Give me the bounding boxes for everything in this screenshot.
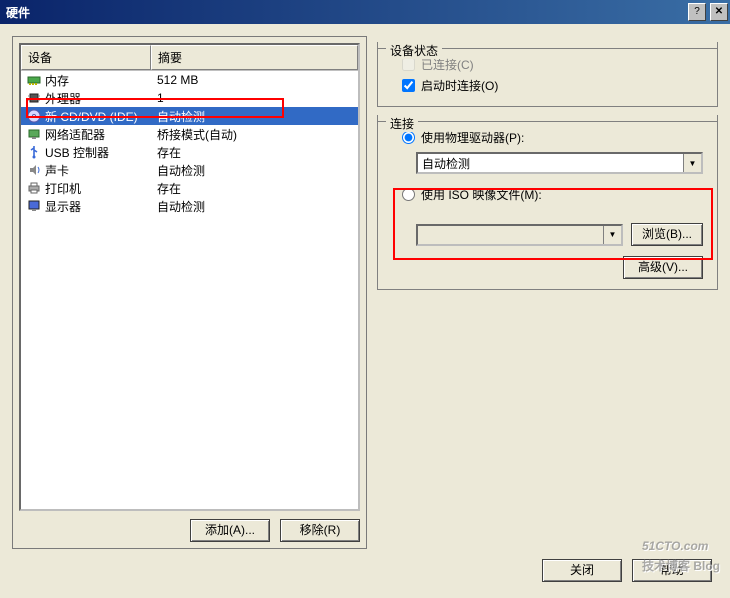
printer-icon: [27, 181, 41, 195]
add-button[interactable]: 添加(A)...: [190, 519, 270, 542]
hardware-list[interactable]: 设备 摘要 内存512 MB外理器1新 CD/DVD (IDE)自动检测网络适配…: [19, 43, 360, 511]
connect-at-poweron-label: 启动时连接(O): [421, 77, 498, 94]
connect-at-poweron-checkbox[interactable]: [402, 79, 415, 92]
use-iso-label: 使用 ISO 映像文件(M):: [421, 186, 542, 203]
connection-group: 连接 使用物理驱动器(P): 自动检测 使用 ISO 映像文件(M):: [377, 115, 718, 290]
connected-checkbox: [402, 58, 415, 71]
cd-icon: [27, 109, 41, 123]
close-button[interactable]: 关闭: [542, 559, 622, 582]
remove-button[interactable]: 移除(R): [280, 519, 360, 542]
window-controls: ? ✕: [686, 1, 730, 23]
device-status-group: 设备状态 已连接(C) 启动时连接(O): [377, 42, 718, 107]
iso-path-combo: [416, 224, 623, 246]
advanced-button[interactable]: 高级(V)...: [623, 256, 703, 279]
use-physical-label: 使用物理驱动器(P):: [421, 129, 524, 146]
column-header-device[interactable]: 设备: [21, 45, 151, 70]
cpu-icon: [27, 91, 41, 105]
title-bar: 硬件 ? ✕: [0, 0, 730, 24]
chevron-down-icon: [603, 226, 621, 244]
help-window-button[interactable]: ?: [688, 3, 706, 21]
hardware-list-header: 设备 摘要: [21, 45, 358, 71]
device-summary: 512 MB: [151, 70, 358, 90]
display-icon: [27, 199, 41, 213]
connection-title: 连接: [386, 115, 418, 132]
use-iso-radio[interactable]: [402, 188, 415, 201]
device-status-title: 设备状态: [386, 42, 442, 59]
table-row[interactable]: 显示器 自动检测: [21, 197, 358, 215]
physical-drive-combo[interactable]: 自动检测: [416, 152, 703, 174]
browse-button[interactable]: 浏览(B)...: [631, 223, 703, 246]
physical-drive-value: 自动检测: [418, 155, 683, 172]
sound-icon: [27, 163, 41, 177]
network-icon: [27, 127, 41, 141]
memory-icon: [27, 73, 41, 87]
device-name: 显示器: [45, 198, 81, 215]
window-title: 硬件: [6, 4, 30, 21]
chevron-down-icon[interactable]: [683, 154, 701, 172]
dialog-buttons: 关闭 帮助: [12, 549, 718, 586]
close-window-button[interactable]: ✕: [710, 3, 728, 21]
use-physical-radio[interactable]: [402, 131, 415, 144]
column-header-summary[interactable]: 摘要: [151, 45, 358, 70]
usb-icon: [27, 145, 41, 159]
settings-panel: 设备状态 已连接(C) 启动时连接(O) 连接 使用物理驱动器(P):: [377, 36, 718, 549]
help-button[interactable]: 帮助: [632, 559, 712, 582]
device-summary: 自动检测: [151, 195, 358, 218]
hardware-panel: 设备 摘要 内存512 MB外理器1新 CD/DVD (IDE)自动检测网络适配…: [12, 36, 367, 549]
